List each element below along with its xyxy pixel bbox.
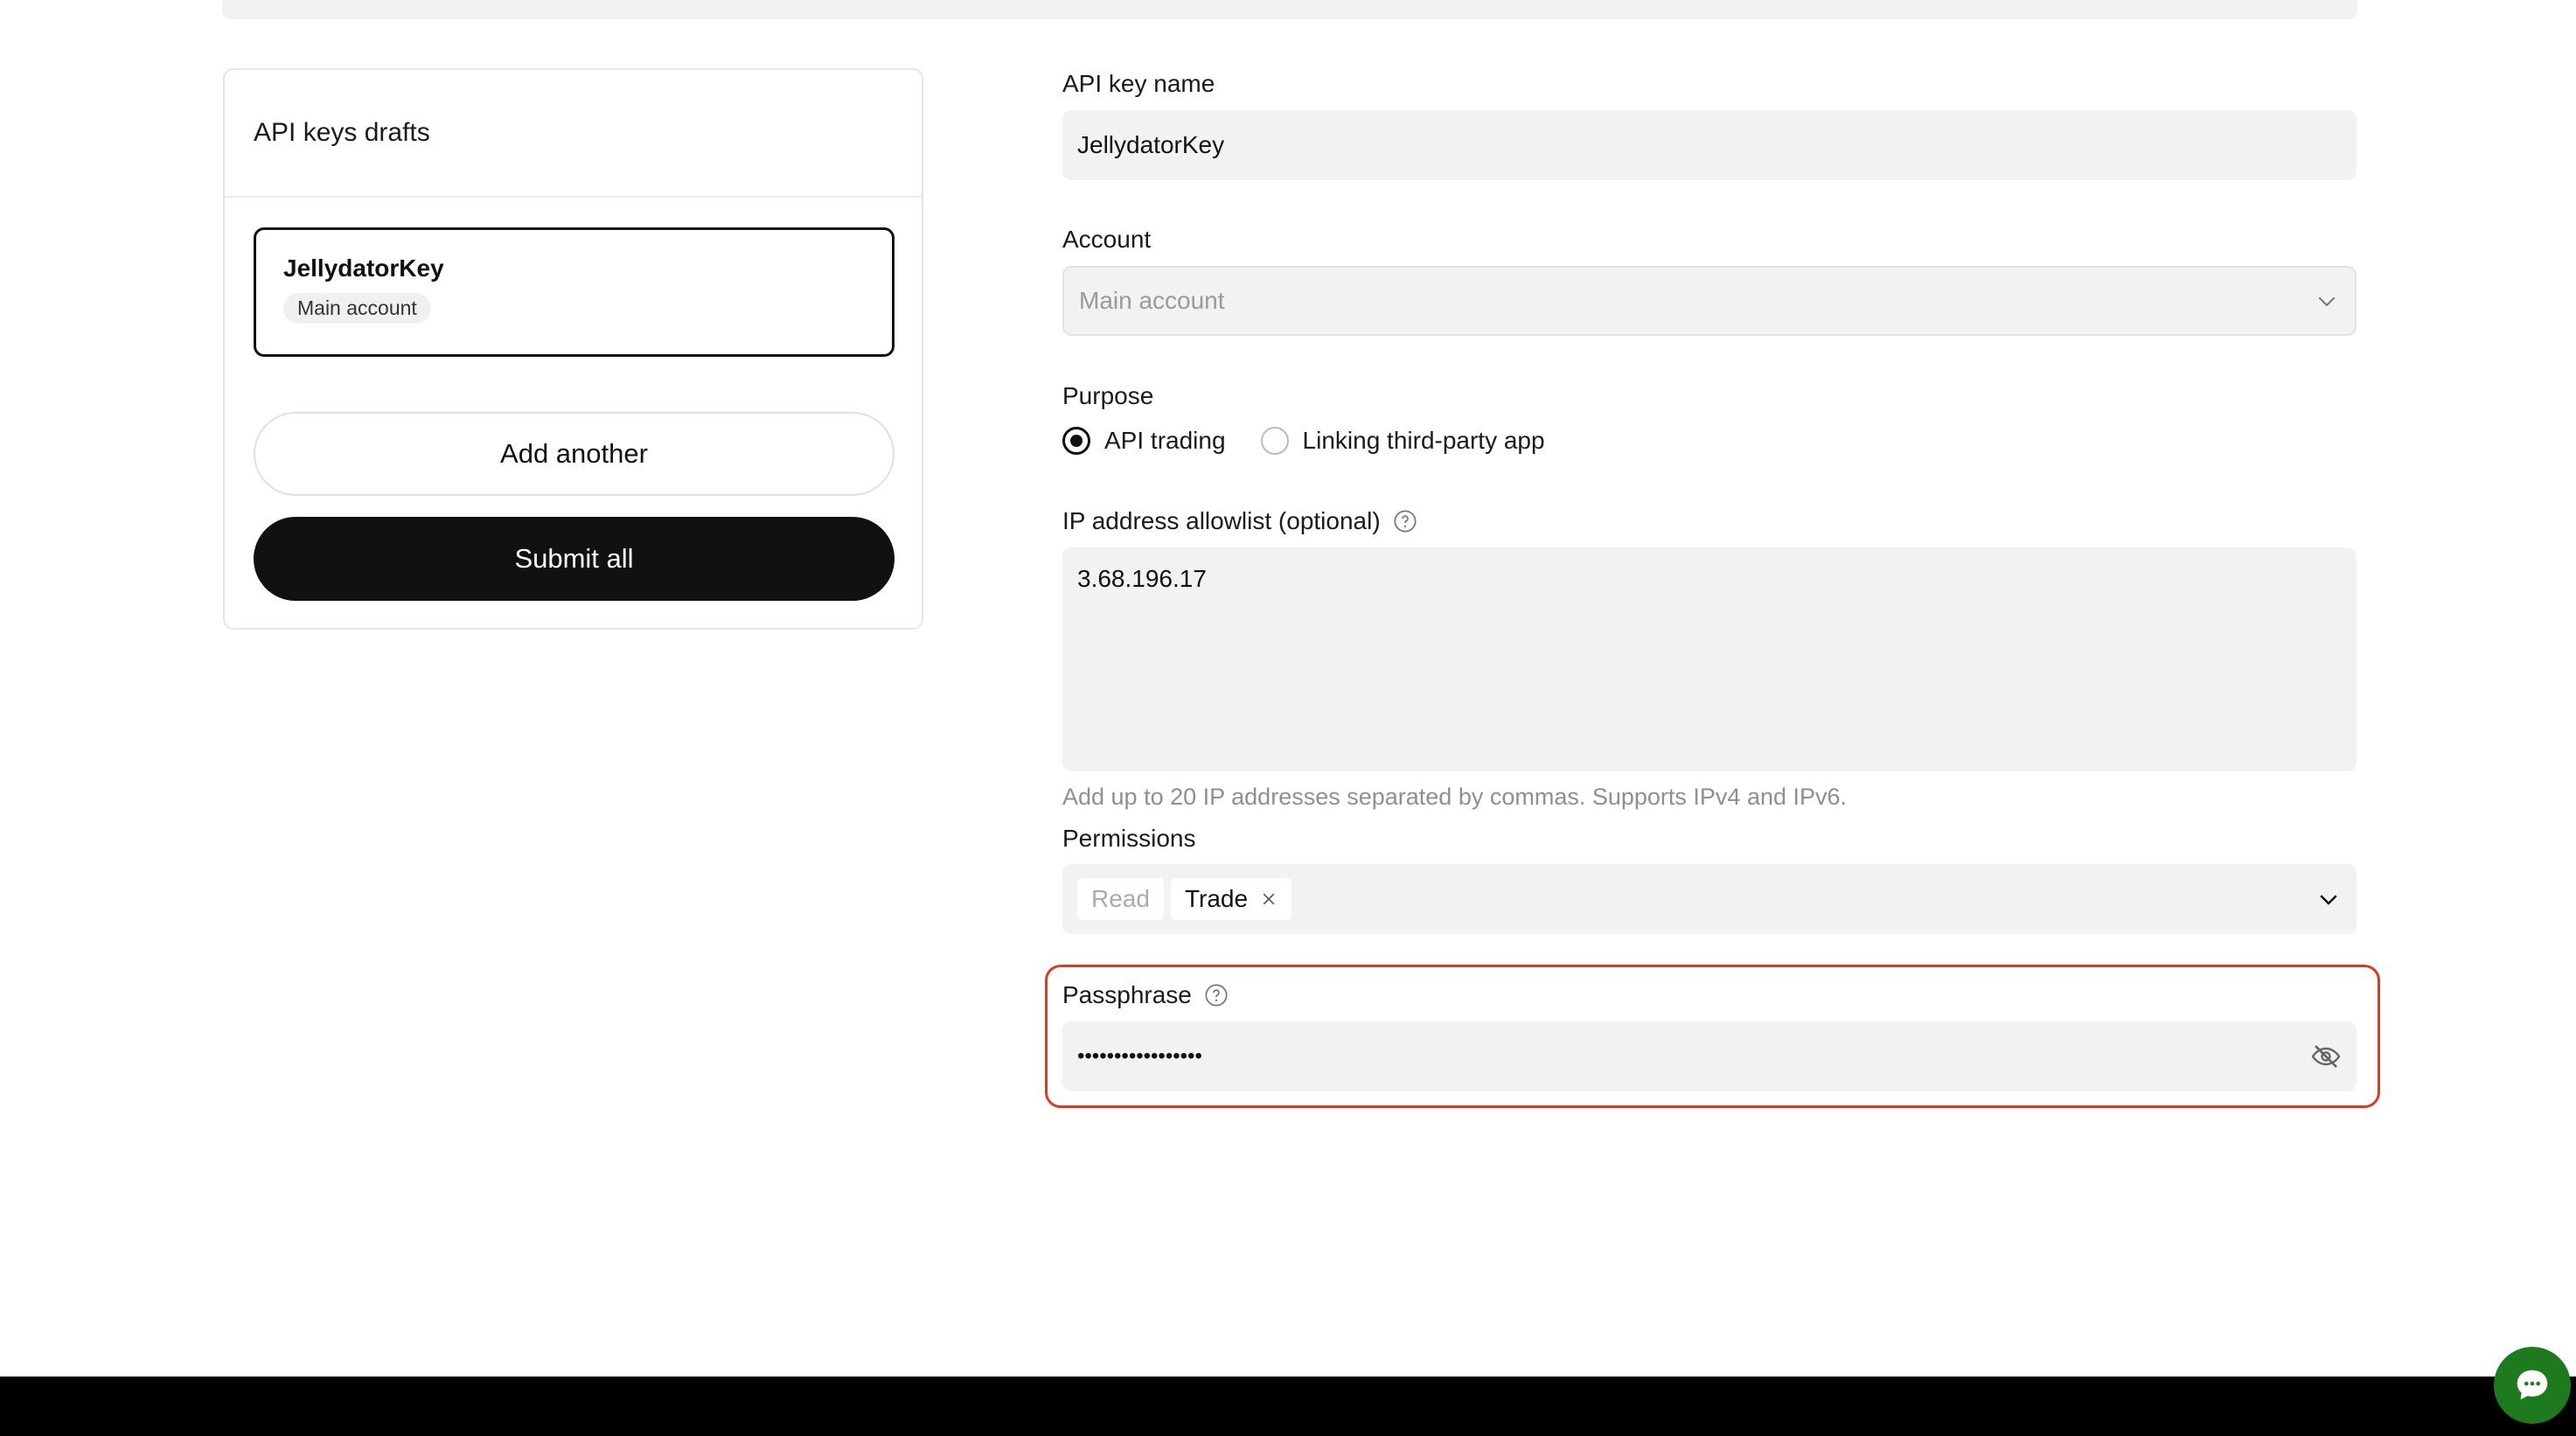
- account-select-value: Main account: [1079, 287, 1225, 314]
- passphrase-masked-value: •••••••••••••••••: [1077, 1044, 1202, 1068]
- api-key-name-input[interactable]: [1062, 110, 2357, 180]
- eye-off-icon[interactable]: [2310, 1041, 2342, 1072]
- account-label-text: Account: [1062, 226, 1152, 253]
- radio-unselected-icon: [1260, 427, 1289, 455]
- ip-allowlist-label-text: IP address allowlist (optional): [1062, 507, 1381, 534]
- ip-allowlist-textarea[interactable]: 3.68.196.17: [1062, 547, 2357, 771]
- passphrase-label: Passphrase: [1062, 981, 1229, 1009]
- chevron-down-icon: [2318, 296, 2336, 307]
- add-another-button[interactable]: Add another: [254, 412, 895, 496]
- api-key-name-label: API key name: [1062, 70, 1215, 98]
- permission-chips: Read Trade: [1077, 878, 1292, 920]
- purpose-label: Purpose: [1062, 382, 1153, 410]
- footer-bar: [0, 1377, 2576, 1436]
- drafts-header: API keys drafts: [225, 70, 922, 198]
- passphrase-input[interactable]: •••••••••••••••••: [1062, 1021, 2357, 1091]
- ip-allowlist-hint: Add up to 20 IP addresses separated by c…: [1062, 784, 1848, 810]
- account-label: Account: [1062, 226, 1151, 254]
- drafts-title: API keys drafts: [254, 118, 430, 147]
- permissions-select[interactable]: Read Trade: [1062, 864, 2357, 934]
- purpose-option-label: Linking third-party app: [1302, 427, 1545, 454]
- api-keys-drafts-card: API keys drafts JellydatorKey Main accou…: [223, 68, 923, 630]
- permission-chip-label: Trade: [1184, 885, 1249, 912]
- purpose-radio-api-trading[interactable]: API trading: [1062, 427, 1226, 455]
- draft-name: JellydatorKey: [283, 254, 444, 282]
- question-circle-icon[interactable]: [1204, 983, 1229, 1007]
- chevron-down-icon: [2320, 895, 2337, 905]
- close-icon[interactable]: [1260, 890, 1278, 908]
- purpose-radio-linking-app[interactable]: Linking third-party app: [1260, 427, 1545, 455]
- chat-bubble-icon: [2517, 1370, 2548, 1400]
- passphrase-label-text: Passphrase: [1062, 981, 1192, 1008]
- permission-chip-read: Read: [1077, 878, 1164, 920]
- permissions-label: Permissions: [1062, 825, 1195, 853]
- purpose-option-label: API trading: [1104, 427, 1226, 454]
- api-key-name-label-text: API key name: [1062, 70, 1215, 97]
- permission-chip-trade: Trade: [1170, 878, 1292, 920]
- account-select[interactable]: Main account: [1062, 266, 2357, 336]
- top-info-banner: [222, 0, 2357, 19]
- submit-all-button[interactable]: Submit all: [254, 517, 895, 601]
- draft-item[interactable]: JellydatorKey Main account: [254, 227, 895, 357]
- permission-chip-label: Read: [1091, 885, 1150, 912]
- radio-selected-icon: [1062, 427, 1090, 455]
- permissions-label-text: Permissions: [1062, 825, 1196, 852]
- ip-allowlist-label: IP address allowlist (optional): [1062, 507, 1417, 535]
- purpose-label-text: Purpose: [1062, 382, 1154, 409]
- chat-button[interactable]: [2494, 1347, 2571, 1424]
- question-circle-icon[interactable]: [1393, 509, 1417, 533]
- draft-account-badge: Main account: [283, 293, 431, 324]
- purpose-radio-group: API trading Linking third-party app: [1062, 427, 1545, 455]
